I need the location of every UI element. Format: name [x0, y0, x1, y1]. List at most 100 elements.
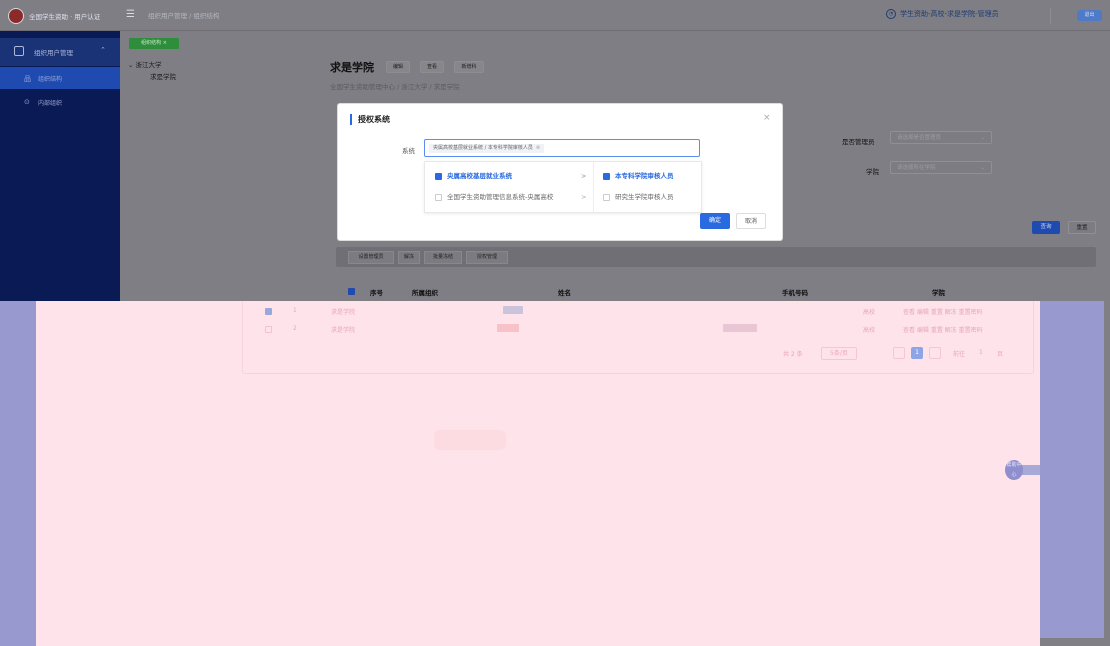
tree-node-label: 浙江大学	[135, 61, 162, 69]
edit-button[interactable]: 编辑	[386, 61, 410, 73]
checkbox[interactable]	[603, 193, 610, 201]
tree-node-root[interactable]: ⌄ 浙江大学	[128, 59, 162, 69]
admin-filter-label: 是否管理员	[842, 138, 875, 146]
col-college: 学院	[932, 289, 945, 297]
sidebar: 组织用户管理 ⌃ 品 组织结构 ⊙ 内部组织	[0, 31, 120, 301]
auth-manage-button[interactable]: 授权管理	[466, 251, 508, 264]
batch-freeze-button[interactable]: 批量冻结	[424, 251, 462, 264]
table-row[interactable]: 2 求是学院 高校 查看 编辑 重置 解冻 重置密码	[243, 321, 1033, 337]
tab-org-structure[interactable]: 组织结构 ×	[129, 38, 179, 49]
org-tree: ⌄ 浙江大学 求是学院	[128, 59, 288, 299]
row-org: 求是学院	[331, 309, 356, 316]
auth-system-dialog: 授权系统 × 系统 央属高校基层就业系统 / 本专科学院审核人员 ⊗ 央属高校基层…	[338, 104, 782, 240]
reset-button[interactable]: 重置	[1068, 221, 1096, 234]
next-page-button[interactable]	[929, 347, 941, 359]
menu-toggle-icon[interactable]: ☰	[126, 9, 135, 20]
tree-node-child[interactable]: 求是学院	[150, 71, 176, 81]
unfreeze-button[interactable]: 解冻	[398, 251, 420, 264]
sidebar-group-org-user[interactable]: 组织用户管理 ⌃	[0, 38, 120, 66]
selected-tag-label: 央属高校基层就业系统 / 本专科学院审核人员	[433, 145, 533, 151]
cascader-column-roles: 本专科学院审核人员 研究生学院审核人员	[593, 162, 701, 212]
row-org: 求是学院	[331, 327, 356, 334]
org-icon	[14, 46, 24, 56]
checkbox[interactable]	[603, 172, 610, 180]
set-admin-button[interactable]: 设置管理员	[348, 251, 394, 264]
cancel-button[interactable]: 取消	[736, 213, 766, 229]
checkbox[interactable]	[435, 193, 442, 201]
cascader-option-role[interactable]: 本专科学院审核人员	[603, 169, 674, 183]
row-type: 高校	[863, 327, 876, 334]
table-card: 1 求是学院 高校 查看 编辑 重置 解冻 重置密码 2 求是学院 高校 查看 …	[242, 301, 1034, 374]
sidebar-item-label: 内部组织	[38, 100, 63, 107]
cascader-column-systems: 央属高校基层就业系统 > 全国学生资助管理信息系统-央属高校 >	[425, 162, 594, 212]
exit-button[interactable]: 退出	[1077, 10, 1102, 21]
admin-filter-placeholder: 请选择是否管理员	[897, 135, 942, 141]
system-cascader-input[interactable]: 央属高校基层就业系统 / 本专科学院审核人员 ⊗	[424, 139, 700, 157]
cascader-option-system[interactable]: 央属高校基层就业系统 >	[435, 169, 587, 183]
tag-close-icon[interactable]: ⊗	[536, 145, 540, 151]
artifact-band-left	[0, 301, 36, 646]
table-header: 序号 所属组织 姓名 手机号码 学院	[236, 283, 1036, 301]
app-title: 全国学生资助 · 用户认证	[29, 13, 101, 21]
chevron-down-icon: ⌄	[980, 165, 985, 171]
divider	[1050, 8, 1051, 24]
chevron-down-icon: ⌄	[980, 135, 985, 141]
view-button[interactable]: 查看	[420, 61, 444, 73]
chevron-down-icon: ⌄	[128, 61, 136, 69]
select-all-checkbox[interactable]	[348, 288, 355, 295]
pagination: 共 2 条 5条/页 1 前往 1 页	[783, 347, 1033, 360]
goto-unit: 页	[997, 351, 1004, 358]
emblem-icon	[8, 8, 24, 24]
dialog-title: 授权系统	[350, 114, 390, 125]
row-index: 1	[293, 307, 297, 314]
col-phone: 手机号码	[782, 289, 808, 297]
sidebar-group-label: 组织用户管理	[34, 49, 73, 57]
option-label: 研究生学院审核人员	[615, 193, 674, 201]
dept-filter-select[interactable]: 请选择所在学院 ⌄	[890, 161, 992, 174]
option-label: 本专科学院审核人员	[615, 172, 674, 180]
sidebar-item-internal-org[interactable]: ⊙ 内部组织	[0, 91, 120, 113]
admin-filter-select[interactable]: 请选择是否管理员 ⌄	[890, 131, 992, 144]
user-icon: ◔	[886, 9, 896, 19]
cascader-option-system[interactable]: 全国学生资助管理信息系统-央属高校 >	[435, 190, 586, 204]
masked-name	[503, 306, 523, 314]
user-name: 学生资助-高校-求是学院-管理员	[900, 10, 999, 18]
pager-total: 共 2 条	[783, 351, 803, 358]
masked-name	[497, 324, 519, 332]
page-size-select[interactable]: 5条/页	[821, 347, 857, 360]
current-page[interactable]: 1	[911, 347, 923, 359]
dept-filter-placeholder: 请选择所在学院	[897, 165, 936, 171]
add-dept-button[interactable]: 新增科	[454, 61, 484, 73]
chevron-right-icon: >	[581, 172, 587, 180]
app-logo[interactable]: 全国学生资助 · 用户认证	[8, 8, 100, 24]
artifact-corner	[1040, 638, 1110, 646]
query-button[interactable]: 查询	[1032, 221, 1060, 234]
dept-filter-label: 学院	[866, 168, 879, 176]
row-actions[interactable]: 查看 编辑 重置 解冻 重置密码	[903, 325, 983, 334]
goto-label: 前往	[953, 351, 966, 358]
confirm-button[interactable]: 确定	[700, 213, 730, 229]
row-checkbox[interactable]	[265, 308, 272, 315]
close-icon[interactable]: ×	[763, 113, 771, 123]
sidebar-item-org-structure[interactable]: 品 组织结构	[0, 67, 120, 89]
content-area-lower: 1 求是学院 高校 查看 编辑 重置 解冻 重置密码 2 求是学院 高校 查看 …	[36, 301, 1040, 646]
college-title: 求是学院	[330, 61, 374, 74]
row-index: 2	[293, 325, 297, 332]
ghost-shape	[434, 430, 506, 450]
internal-org-icon: ⊙	[24, 98, 30, 106]
artifact-band-right	[1040, 301, 1104, 638]
structure-icon: 品	[24, 75, 31, 83]
checkbox[interactable]	[435, 172, 442, 180]
table-row[interactable]: 1 求是学院 高校 查看 编辑 重置 解冻 重置密码	[243, 303, 1033, 319]
cascader-option-role[interactable]: 研究生学院审核人员	[603, 190, 674, 204]
breadcrumb: 组织用户管理 / 组织结构	[148, 12, 220, 20]
goto-input[interactable]: 1	[979, 349, 983, 356]
row-checkbox[interactable]	[265, 326, 272, 333]
help-center-float-button[interactable]: 帮助中心	[1005, 460, 1023, 480]
action-bar: 设置管理员 解冻 批量冻结 授权管理	[336, 247, 1096, 267]
row-actions[interactable]: 查看 编辑 重置 解冻 重置密码	[903, 307, 983, 316]
option-label: 央属高校基层就业系统	[447, 172, 512, 180]
chevron-up-icon: ⌃	[100, 46, 106, 54]
prev-page-button[interactable]	[893, 347, 905, 359]
user-info[interactable]: ◔ 学生资助-高校-求是学院-管理员	[886, 9, 999, 19]
